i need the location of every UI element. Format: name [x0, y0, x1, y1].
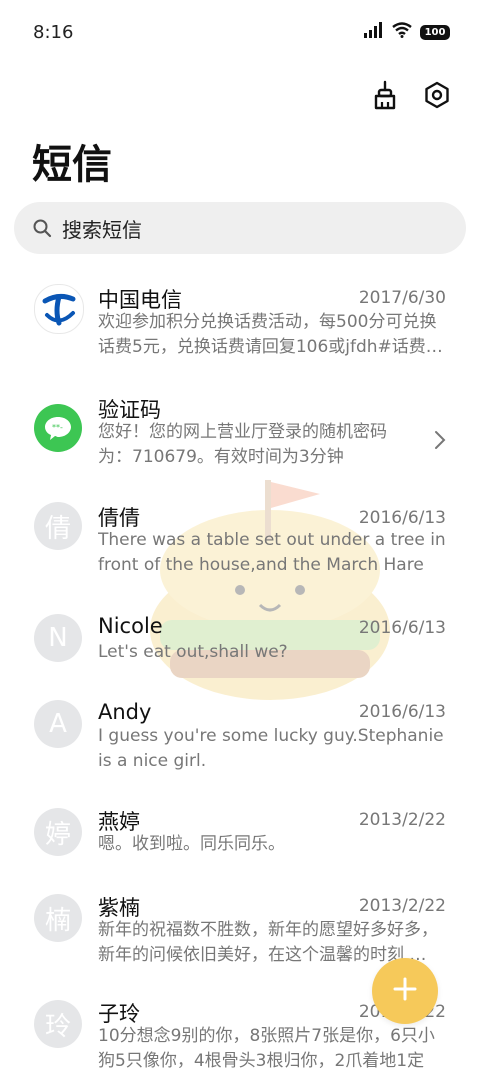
china-telecom-logo-icon: [34, 284, 84, 334]
wifi-icon: [392, 22, 412, 42]
contact-name: Nicole: [98, 614, 163, 638]
list-item[interactable]: 婷 燕婷 2013/2/22 嗯。收到啦。同乐同乐。: [0, 802, 480, 882]
message-preview: 10分想念9别的你，8张照片7张是你，6只小狗5只像你，4根骨头3根归你，2爪着…: [98, 1026, 435, 1070]
clean-brush-icon[interactable]: [368, 78, 402, 112]
status-icons: 100: [364, 22, 450, 42]
contact-name: Andy: [98, 700, 152, 724]
compose-button[interactable]: [372, 958, 438, 1024]
top-toolbar: [368, 78, 454, 112]
status-time: 8:16: [33, 22, 74, 43]
list-item[interactable]: N Nicole 2016/6/13 Let's eat out,shall w…: [0, 606, 480, 686]
message-preview: I guess you're some lucky guy.Stephanie …: [98, 726, 444, 771]
message-date: 2016/6/13: [358, 508, 446, 528]
avatar: A: [34, 700, 82, 748]
message-date: 2013/2/22: [358, 810, 446, 830]
message-date: 2016/6/13: [358, 618, 446, 638]
signal-icon: [364, 22, 384, 42]
status-bar: 8:16 100: [0, 0, 480, 68]
list-item[interactable]: 倩 倩倩 2016/6/13 There was a table set out…: [0, 494, 480, 594]
message-preview: 嗯。收到啦。同乐同乐。: [98, 834, 285, 854]
message-date: 2016/6/13: [358, 702, 446, 722]
search-icon: [30, 216, 54, 240]
avatar: 楠: [34, 894, 82, 942]
list-item[interactable]: **- 验证码 您好！您的网上营业厅登录的随机密码为：710679。有效时间为3…: [0, 378, 480, 478]
battery-icon: 100: [420, 24, 450, 40]
avatar: 倩: [34, 502, 82, 550]
message-preview: Let's eat out,shall we?: [98, 642, 288, 662]
message-bubble-icon: **-: [34, 404, 82, 452]
search-bar[interactable]: 搜索短信: [14, 202, 466, 254]
settings-gear-icon[interactable]: [420, 78, 454, 112]
svg-text:**-: **-: [52, 423, 63, 432]
message-date: 2013/2/22: [358, 896, 446, 916]
search-placeholder: 搜索短信: [62, 217, 142, 242]
page-title: 短信: [32, 142, 112, 188]
list-item[interactable]: A Andy 2016/6/13 I guess you're some luc…: [0, 692, 480, 792]
avatar: N: [34, 614, 82, 662]
list-item[interactable]: 中国电信 2017/6/30 欢迎参加积分兑换话费活动，每500分可兑换话费5元…: [0, 268, 480, 368]
message-preview: There was a table set out under a tree i…: [98, 530, 446, 575]
message-date: 2017/6/30: [358, 288, 446, 308]
chevron-right-icon[interactable]: [432, 428, 448, 452]
message-preview: 欢迎参加积分兑换话费活动，每500分可兑换话费5元，兑换话费请回复106或jfd…: [98, 312, 443, 357]
avatar: 玲: [34, 1000, 82, 1048]
message-preview: 您好！您的网上营业厅登录的随机密码为：710679。有效时间为3分钟: [98, 422, 387, 467]
plus-icon: [392, 976, 418, 1006]
avatar: 婷: [34, 808, 82, 856]
